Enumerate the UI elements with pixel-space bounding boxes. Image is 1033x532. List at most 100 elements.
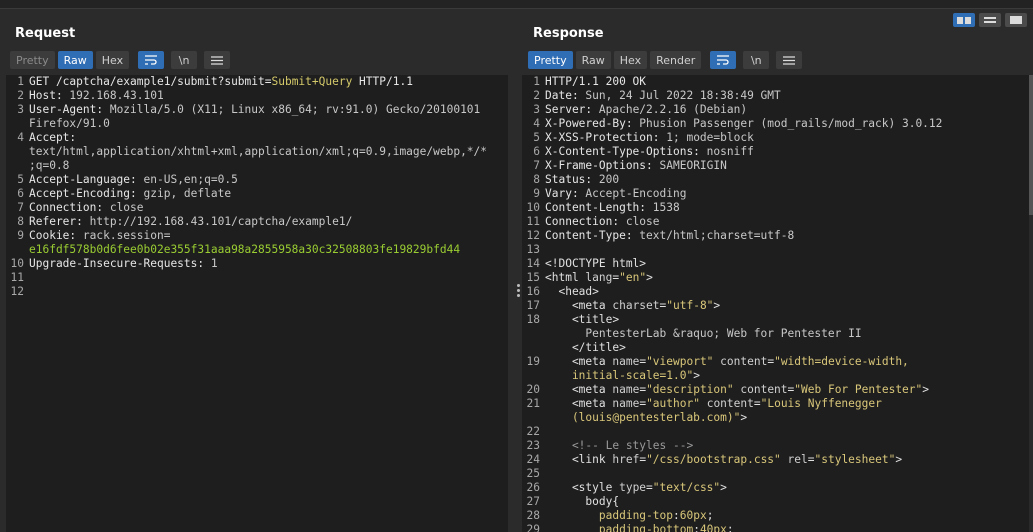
code-text: GET /captcha/example1/submit?submit=Subm… [29,75,413,89]
code-token: Cookie: [29,229,83,242]
response-scroll-thumb[interactable] [1029,75,1033,215]
code-text: Referer: http://192.168.43.101/captcha/e… [29,215,352,229]
code-token: <html [545,271,586,284]
request-title: Request [15,26,76,41]
code-token: ; [706,509,714,522]
line-number: 27 [526,495,540,508]
line-number: 3 [533,103,540,116]
code-token: Phusion Passenger (mod_rails/mod_rack) 3… [639,117,943,130]
response-code-line: 9 Vary: Accept-Encoding [522,187,1033,201]
code-token: text/html;charset=utf-8 [639,229,795,242]
line-number: 25 [526,467,540,480]
code-token: "description" [646,383,734,396]
line-number: 26 [526,481,540,494]
line-number: 7 [533,159,540,172]
code-token: ;q=0.8 [29,159,70,172]
response-toolbar: Pretty Raw Hex Render \n [528,51,803,69]
response-code-line: 17 <meta charset="utf-8"> [522,299,1033,313]
line-number: 9 [533,187,540,200]
code-text: body{ [545,495,619,509]
line-number: 6 [533,145,540,158]
wrap-icon [717,55,730,65]
code-text: Upgrade-Insecure-Requests: 1 [29,257,218,271]
response-code-line: 7 X-Frame-Options: SAMEORIGIN [522,159,1033,173]
code-text: <meta charset="utf-8"> [545,299,720,313]
request-editor[interactable]: 1 GET /captcha/example1/submit?submit=Sub… [6,75,508,532]
response-newline-button[interactable]: \n [743,51,770,69]
code-text: X-Frame-Options: SAMEORIGIN [545,159,727,173]
code-token: : [672,509,680,522]
request-code-line: 11 [6,271,508,285]
code-token: <!-- Le styles --> [545,439,694,452]
code-token: GET /captcha/example1/submit?submit= [29,75,272,88]
pane-splitter-handle[interactable] [517,284,520,300]
response-tab-raw[interactable]: Raw [575,51,611,69]
response-code-line: 4 X-Powered-By: Phusion Passenger (mod_ra… [522,117,1033,131]
line-number: 1 [533,75,540,88]
response-code-line: 16 <head> [522,285,1033,299]
code-token: Accept: [29,131,83,144]
code-token: HTTP/1.1 [352,75,413,88]
line-number: 8 [17,215,24,228]
code-token: close [625,215,660,228]
line-number: 17 [526,299,540,312]
code-token: Referer: [29,215,90,228]
code-token: close [109,201,144,214]
response-scrollbar[interactable] [1029,75,1033,532]
response-code-line: 5 X-XSS-Protection: 1; mode=block [522,131,1033,145]
hamburger-icon [211,55,224,65]
line-number [522,369,545,383]
response-pane: Response Pretty Raw Hex Render \n 1 HTTP/… [522,22,1033,532]
response-tab-hex[interactable]: Hex [613,51,648,69]
request-wrap-lines-button[interactable] [138,51,165,69]
response-menu-button[interactable] [776,51,803,69]
code-text: X-Powered-By: Phusion Passenger (mod_rai… [545,117,942,131]
code-text: <title> [545,313,619,327]
code-text: Status: 200 [545,173,619,187]
request-tab-hex[interactable]: Hex [95,51,130,69]
code-text: X-Content-Type-Options: nosniff [545,145,754,159]
response-code-line: 27 body{ [522,495,1033,509]
code-token: "stylesheet" [814,453,896,466]
line-number: 11 [10,271,24,284]
response-code-line: (louis@pentesterlab.com)"> [522,411,1033,425]
code-token: 192.168.43.101 [69,89,164,102]
response-tab-render[interactable]: Render [650,51,702,69]
code-text: <!-- Le styles --> [545,439,693,453]
code-token: name [612,383,640,396]
code-token: Connection: [545,215,626,228]
line-number: 29 [526,523,540,532]
code-text: Server: Apache/2.2.16 (Debian) [545,103,747,117]
line-number: 14 [526,257,540,270]
code-token: X-Frame-Options: [545,159,660,172]
code-token: Firefox/91.0 [29,117,110,130]
request-tab-raw[interactable]: Raw [57,51,93,69]
code-text: Content-Length: 1538 [545,201,680,215]
code-token: <meta [545,355,613,368]
code-token: rel [787,453,808,466]
request-code-line: 2 Host: 192.168.43.101 [6,89,508,103]
code-token: content [720,355,768,368]
response-code-line: 15 <html lang="en"> [522,271,1033,285]
code-text: initial-scale=1.0"> [545,369,700,383]
code-token: <meta [545,383,613,396]
request-newline-button[interactable]: \n [171,51,198,69]
response-tab-pretty[interactable]: Pretty [528,51,573,69]
line-number [6,159,29,173]
line-number: 5 [17,173,24,186]
code-token: "Louis Nyffenegger [760,397,882,410]
code-token: > [922,383,930,396]
code-token: "author" [646,397,700,410]
response-code-line: 3 Server: Apache/2.2.16 (Debian) [522,103,1033,117]
code-token: 200 [598,173,620,186]
code-token: Vary: [545,187,586,200]
response-editor[interactable]: 1 HTTP/1.1 200 OK 2 Date: Sun, 24 Jul 2022 … [522,75,1033,532]
code-token: > [693,369,700,382]
line-number: 12 [10,285,24,298]
code-text: Connection: close [545,215,660,229]
response-wrap-lines-button[interactable] [710,51,737,69]
response-code-line: 14 <!DOCTYPE html> [522,257,1033,271]
request-menu-button[interactable] [204,51,231,69]
code-token: Sun, 24 Jul 2022 18:38:49 GMT [585,89,781,102]
request-tab-pretty[interactable]: Pretty [10,51,55,69]
